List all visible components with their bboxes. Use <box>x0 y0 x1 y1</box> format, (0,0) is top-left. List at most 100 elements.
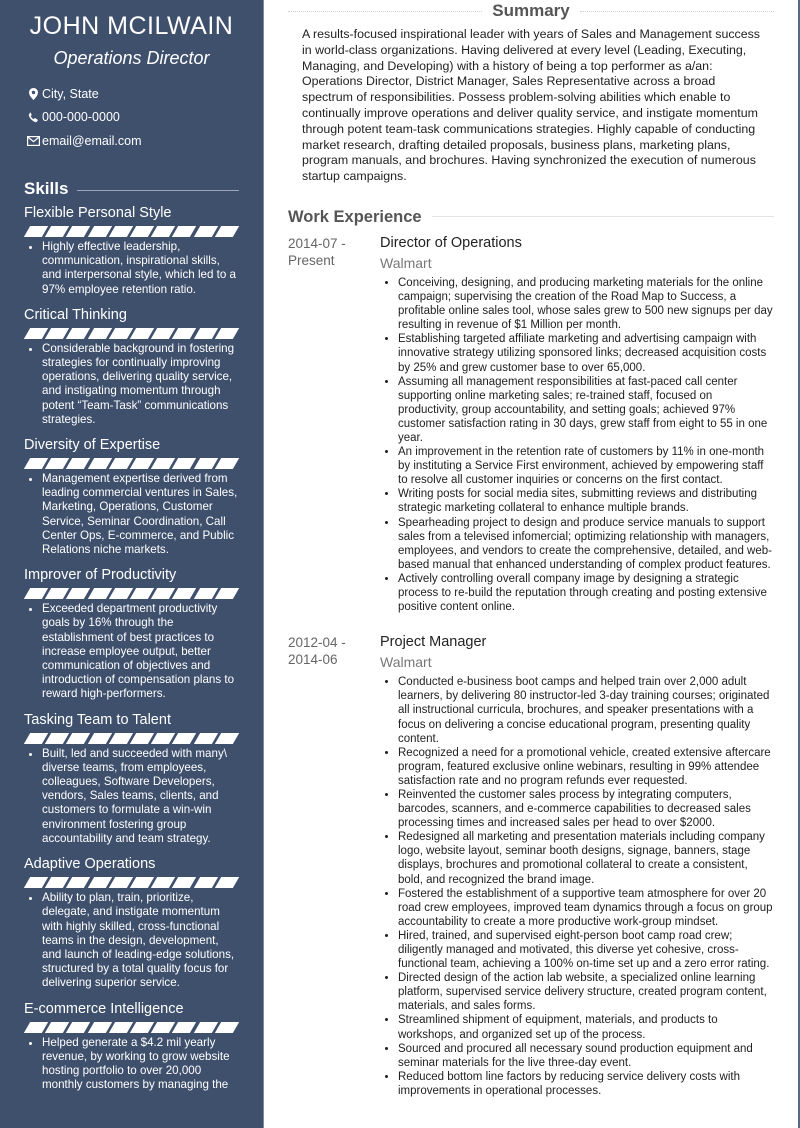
job-dates: 2014-07 - Present <box>288 234 380 614</box>
job-title: Project Manager <box>380 634 487 651</box>
job-details: Project Manager Walmart Conducted e-busine… <box>380 633 774 1098</box>
job-responsibility: Streamlined shipment of equipment, mater… <box>398 1013 774 1041</box>
job-end-date: 2014-06 <box>288 652 338 668</box>
work-experience-section: Work Experience 2014-07 - Present Director… <box>288 207 774 1098</box>
summary-divider-right <box>579 10 775 12</box>
skill-item: Improver of Productivity Exceeded departm… <box>23 566 240 701</box>
job-responsibility: Fostered the establishment of a supporti… <box>398 887 774 929</box>
skill-name: Tasking Team to Talent <box>24 711 171 728</box>
skill-level-segment <box>214 588 240 600</box>
main-content: Summary A results-focused inspirational … <box>264 0 798 1128</box>
skills-list: Flexible Personal Style Highly effective … <box>23 204 240 1093</box>
job-responsibility: Recognized a need for a promotional vehi… <box>398 746 774 788</box>
skill-description: Exceeded department productivity goals b… <box>42 602 239 701</box>
job-details: Director of Operations Walmart Conceiving,… <box>380 234 774 614</box>
skills-heading-title: Skills <box>24 179 69 198</box>
work-experience-heading: Work Experience <box>288 207 774 227</box>
phone-text: 000-000-0000 <box>42 110 120 124</box>
work-experience-title: Work Experience <box>288 207 422 226</box>
skill-level-segment <box>214 877 240 889</box>
skill-level-bar <box>23 732 240 744</box>
skill-description: Helped generate a $4.2 mil yearly revenu… <box>42 1036 239 1093</box>
job-start-date: 2012-04 - <box>288 635 346 651</box>
summary-title: Summary <box>492 1 570 20</box>
skill-level-segment <box>66 226 91 237</box>
job-responsibility: Redesigned all marketing and presentatio… <box>398 830 774 886</box>
skill-item: Flexible Personal Style Highly effective … <box>23 204 240 297</box>
skill-name: E-commerce Intelligence <box>24 1000 184 1017</box>
job-responsibility: Establishing targeted affiliate marketin… <box>398 332 774 374</box>
skill-level-segment <box>214 327 240 339</box>
skill-description-list: Built, led and succeeded with many\ dive… <box>24 747 239 846</box>
skill-level-bar <box>23 226 240 237</box>
phone-icon <box>24 111 42 123</box>
candidate-role: Operations Director <box>53 48 210 68</box>
location-text: City, State <box>42 86 99 101</box>
skill-level-segment <box>172 327 197 339</box>
skill-level-segment <box>87 1021 113 1033</box>
skill-level-segment <box>172 732 197 744</box>
skill-name: Critical Thinking <box>24 306 127 323</box>
skill-description-list: Management expertise derived from leadin… <box>24 472 239 557</box>
job-responsibility: Writing posts for social media sites, su… <box>398 487 774 515</box>
contact-location: City, State <box>24 82 239 105</box>
skill-description-list: Helped generate a $4.2 mil yearly revenu… <box>24 1036 239 1093</box>
skill-level-segment <box>66 732 91 744</box>
skill-level-segment <box>214 458 240 470</box>
job-company: Walmart <box>380 254 432 271</box>
skill-level-bar <box>23 327 240 339</box>
skill-name: Flexible Personal Style <box>24 205 172 221</box>
work-experience-divider <box>431 216 774 218</box>
job-responsibility: Reduced bottom line factors by reducing … <box>398 1070 774 1098</box>
skill-description: Management expertise derived from leadin… <box>42 472 239 557</box>
job-responsibility: Sourced and procured all necessary sound… <box>398 1042 774 1070</box>
skill-level-bar <box>23 877 240 889</box>
skill-level-segment <box>193 1021 219 1033</box>
contact-email: email@email.com <box>24 129 239 152</box>
job-responsibility: An improvement in the retention rate of … <box>398 445 774 487</box>
summary-section: Summary A results-focused inspirational … <box>288 1 775 185</box>
skill-description: Highly effective leadership, communicati… <box>42 240 239 297</box>
job-responsibility: Directed design of the action lab websit… <box>398 971 774 1013</box>
job-company: Walmart <box>380 654 432 671</box>
job-responsibility: Spearheading project to design and produ… <box>398 516 774 572</box>
skill-item: E-commerce Intelligence Helped generate a… <box>23 1000 240 1093</box>
skill-item: Tasking Team to Talent Built, led and suc… <box>23 711 240 846</box>
skill-name: Adaptive Operations <box>24 856 156 873</box>
skills-heading: Skills <box>24 179 239 199</box>
skill-item: Adaptive Operations Ability to plan, trai… <box>23 855 240 990</box>
job-responsibility: Assuming all management responsibilities… <box>398 375 774 445</box>
skill-description-list: Exceeded department productivity goals b… <box>24 602 239 701</box>
email-link[interactable]: email@email.com <box>42 134 142 148</box>
sidebar: JOHN MCILWAIN Operations Director City, … <box>0 0 264 1128</box>
skill-level-segment <box>66 327 91 339</box>
job-responsibility: Conducted e-business boot camps and help… <box>398 675 774 745</box>
job-responsibility: Reinvented the customer sales process by… <box>398 788 774 830</box>
skill-description-list: Ability to plan, train, prioritize, dele… <box>24 891 239 990</box>
job-title: Director of Operations <box>380 234 522 251</box>
skill-name: Diversity of Expertise <box>24 437 161 454</box>
job-end-date: Present <box>288 252 335 268</box>
candidate-name: JOHN MCILWAIN <box>29 12 234 40</box>
contact-info: City, State 000-000-0000 email@email.com <box>24 82 239 152</box>
job-entry: 2012-04 -2014-06 Project Manager Walmart Co… <box>288 633 774 1098</box>
skill-level-bar <box>23 588 240 600</box>
skill-level-bar <box>23 1021 240 1033</box>
job-responsibility: Actively controlling overall company ima… <box>398 572 774 614</box>
job-responsibility: Conceiving, designing, and producing mar… <box>398 276 774 332</box>
skill-description-list: Highly effective leadership, communicati… <box>24 240 239 297</box>
summary-divider-left <box>288 10 483 12</box>
skill-item: Diversity of Expertise Management experti… <box>23 436 240 557</box>
skill-description-list: Considerable background in fostering str… <box>24 342 239 427</box>
job-entry: 2014-07 - Present Director of Operations Wa… <box>288 234 774 614</box>
skill-level-segment <box>172 1021 197 1033</box>
skill-level-segment <box>66 1021 91 1033</box>
skills-heading-divider <box>77 189 239 191</box>
skill-name: Improver of Productivity <box>24 567 177 584</box>
job-start-date: 2014-07 - <box>288 235 346 251</box>
skill-description: Ability to plan, train, prioritize, dele… <box>42 891 239 990</box>
jobs-list: 2014-07 - Present Director of Operations Wa… <box>288 234 774 1098</box>
contact-phone: 000-000-0000 <box>24 106 239 129</box>
skill-level-segment <box>214 226 240 237</box>
skill-level-bar <box>23 458 240 470</box>
